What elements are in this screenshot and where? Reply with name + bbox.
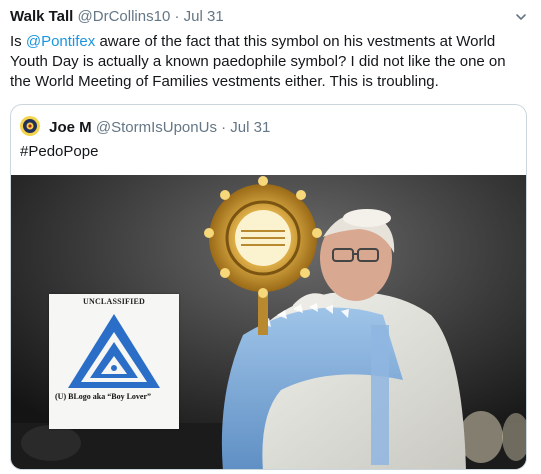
quoted-tweet-header: Joe M @StormIsUponUs · Jul 31	[20, 116, 270, 138]
symbol-placard: UNCLASSIFIED (U) BLogo aka “Boy Lover”	[49, 294, 179, 429]
tweet[interactable]: Walk Tall @DrCollins10 · Jul 31 Is @Pont…	[0, 0, 541, 474]
tweet-text: Is @Pontifex aware of the fact that this…	[10, 32, 520, 92]
tweet-date[interactable]: Jul 31	[184, 8, 224, 25]
author-name[interactable]: Walk Tall	[10, 8, 73, 25]
placard-header: UNCLASSIFIED	[83, 297, 145, 306]
tweet-header: Walk Tall @DrCollins10 · Jul 31	[10, 7, 224, 27]
quoted-tweet[interactable]: Joe M @StormIsUponUs · Jul 31 #PedoPope	[10, 104, 527, 470]
avatar[interactable]	[20, 116, 40, 136]
placard-caption: (U) BLogo aka “Boy Lover”	[55, 392, 151, 401]
separator-dot: ·	[174, 8, 180, 25]
quoted-author-handle[interactable]: @StormIsUponUs	[96, 119, 217, 136]
author-handle[interactable]: @DrCollins10	[78, 8, 171, 25]
mention-link[interactable]: @Pontifex	[26, 33, 95, 50]
quoted-separator-dot: ·	[221, 119, 227, 136]
quoted-text: #PedoPope	[20, 143, 99, 160]
tweet-text-start: Is	[10, 33, 26, 50]
quoted-date[interactable]: Jul 31	[230, 119, 270, 136]
quoted-author-name[interactable]: Joe M	[49, 119, 92, 136]
spiral-triangle-icon	[68, 314, 160, 388]
chevron-down-icon[interactable]	[515, 10, 527, 22]
